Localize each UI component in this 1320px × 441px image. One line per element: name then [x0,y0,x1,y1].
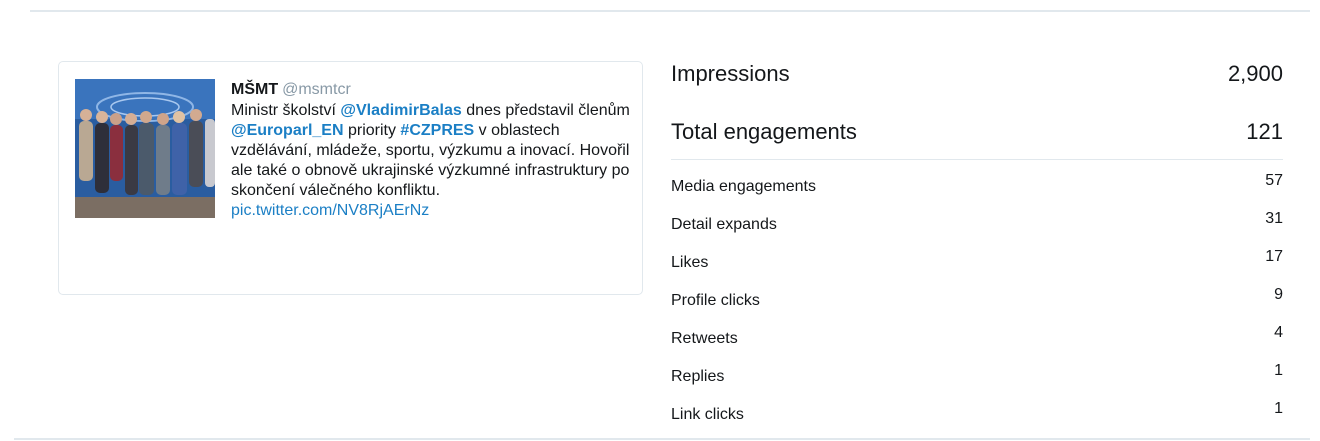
tweet-mention-link[interactable]: @VladimirBalas [340,102,461,119]
bottom-divider [14,438,1310,440]
total-engagements-label: Total engagements [671,119,857,144]
metric-row-value: 1 [1274,400,1283,417]
tweet-photo[interactable] [75,79,215,218]
metric-row: Replies 1 [671,356,1283,394]
metric-row: Detail expands 31 [671,204,1283,242]
metric-row-value: 31 [1265,210,1283,227]
impressions-value: 2,900 [1227,61,1283,86]
metric-row-label: Replies [671,368,725,385]
tweet-media-link[interactable]: pic.twitter.com/NV8RjAErNz [231,202,429,219]
tweet-text-segment: dnes představil členům [461,102,630,119]
metrics-divider [671,159,1283,160]
tweet-body: MŠMT @msmtcr Ministr školství @VladimirBa… [231,80,631,221]
tweet-text: Ministr školství @VladimirBalas dnes pře… [231,101,631,221]
top-divider [30,10,1310,12]
metric-row: Retweets 4 [671,318,1283,356]
metric-row: Likes 17 [671,242,1283,280]
metrics-panel: Impressions 2,900 Total engagements 121 … [671,56,1283,432]
metric-row-value: 9 [1274,286,1283,303]
metric-row-label: Retweets [671,330,738,347]
total-engagements-metric: Total engagements 121 [671,114,1283,150]
engagement-breakdown-list: Media engagements 57 Detail expands 31 Likes… [671,166,1283,432]
metric-row: Link clicks 1 [671,394,1283,432]
metric-row-label: Link clicks [671,406,744,423]
tweet-card[interactable]: MŠMT @msmtcr Ministr školství @VladimirBa… [58,61,643,295]
total-engagements-value: 121 [1246,119,1283,144]
metric-row: Media engagements 57 [671,166,1283,204]
tweet-text-segment: priority [343,122,401,139]
impressions-label: Impressions [671,61,790,86]
metric-row-label: Detail expands [671,216,777,233]
impressions-metric: Impressions 2,900 [671,56,1283,92]
metric-row-label: Media engagements [671,178,816,195]
metric-row-value: 1 [1274,362,1283,379]
tweet-author-handle[interactable]: @msmtcr [282,81,351,98]
metric-row-value: 57 [1265,172,1283,189]
tweet-author-name[interactable]: MŠMT [231,81,278,98]
metric-row-label: Profile clicks [671,292,760,309]
metric-row: Profile clicks 9 [671,280,1283,318]
metric-row-label: Likes [671,254,709,271]
tweet-mention-link[interactable]: @Europarl_EN [231,122,344,139]
metric-row-value: 4 [1274,324,1283,341]
tweet-header: MŠMT @msmtcr [231,80,631,100]
tweet-hashtag-link[interactable]: #CZPRES [400,122,474,139]
metric-row-value: 17 [1265,248,1283,265]
group-photo-image [75,79,215,218]
tweet-text-segment: Ministr školství [231,102,341,119]
